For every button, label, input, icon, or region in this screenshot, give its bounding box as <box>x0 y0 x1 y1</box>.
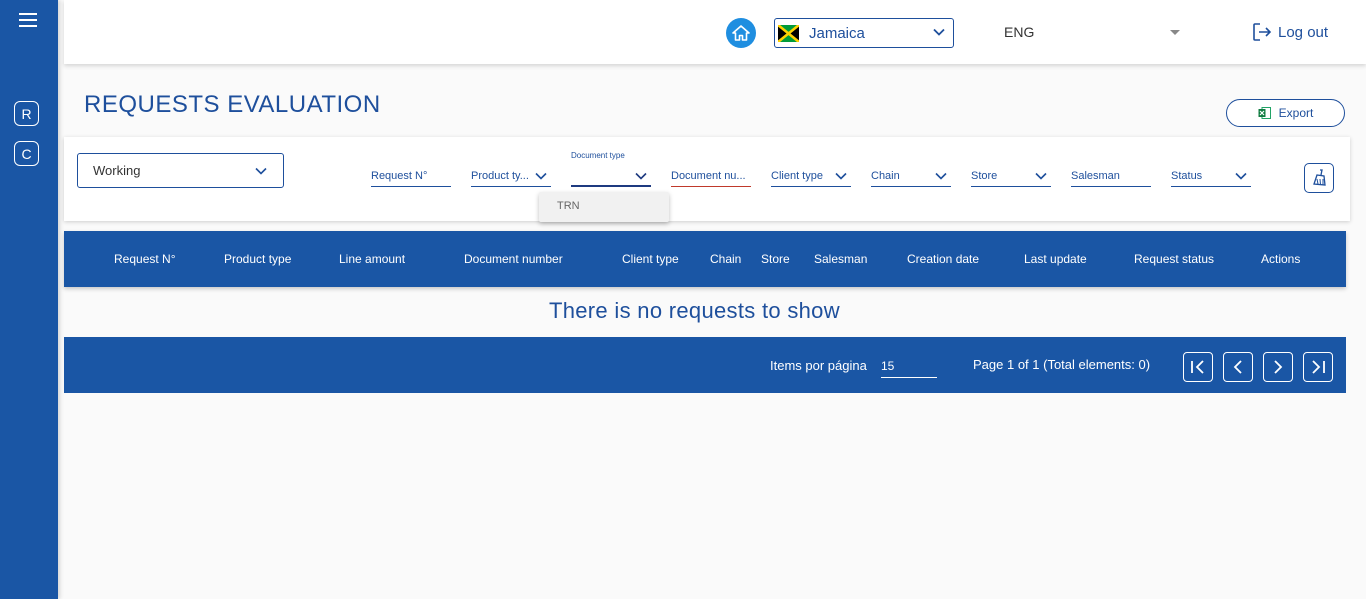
client-type-select[interactable]: Client type <box>771 168 851 187</box>
column-creation-date[interactable]: Creation date <box>907 252 979 266</box>
chevron-down-icon <box>1235 172 1247 180</box>
column-line-amount[interactable]: Line amount <box>339 252 405 266</box>
pagination-bar: Items por página 15 Page 1 of 1 (Total e… <box>64 337 1346 393</box>
clear-filters-button[interactable] <box>1304 163 1334 193</box>
country-select[interactable]: Jamaica <box>774 18 954 48</box>
chevron-down-icon <box>935 172 947 180</box>
status-select[interactable]: Status <box>1171 168 1251 187</box>
filter-panel: Working Request N° Product ty... Documen… <box>64 137 1350 221</box>
top-bar: Jamaica ENG Log out <box>64 0 1366 64</box>
chain-label: Chain <box>871 170 900 182</box>
export-button[interactable]: Export <box>1226 99 1345 127</box>
sidebar: R C <box>0 0 58 599</box>
previous-page-button[interactable] <box>1223 352 1253 382</box>
logout-button[interactable]: Log out <box>1252 22 1328 42</box>
logout-label: Log out <box>1278 23 1329 41</box>
salesman-field[interactable]: Salesman <box>1071 168 1151 187</box>
store-select[interactable]: Store <box>971 168 1051 187</box>
chevron-down-icon <box>835 172 847 180</box>
column-store[interactable]: Store <box>761 252 790 266</box>
jamaica-flag-icon <box>778 24 799 42</box>
chevron-down-icon <box>933 28 945 36</box>
column-salesman[interactable]: Salesman <box>814 252 867 266</box>
export-label: Export <box>1278 106 1314 120</box>
document-number-placeholder: Document nu... <box>671 170 746 182</box>
client-type-label: Client type <box>771 170 823 182</box>
status-label: Status <box>1171 170 1203 182</box>
chain-select[interactable]: Chain <box>871 168 951 187</box>
chevron-down-icon <box>535 172 547 180</box>
caret-down-icon[interactable] <box>1170 30 1180 35</box>
home-icon[interactable] <box>726 18 756 48</box>
items-per-page-label: Items por página <box>770 358 867 373</box>
logout-icon <box>1253 23 1272 41</box>
column-actions: Actions <box>1261 252 1301 266</box>
broom-icon <box>1313 169 1326 186</box>
chevron-down-icon <box>1035 172 1047 180</box>
page-title: REQUESTS EVALUATION <box>84 91 381 118</box>
first-page-button[interactable] <box>1183 352 1213 382</box>
first-page-icon <box>1191 360 1204 374</box>
scope-select-value: Working <box>93 163 141 178</box>
document-number-field[interactable]: Document nu... <box>671 168 751 187</box>
chevron-left-icon <box>1233 360 1242 374</box>
product-type-label: Product ty... <box>471 170 529 182</box>
chevron-down-icon <box>635 172 647 180</box>
column-chain[interactable]: Chain <box>710 252 741 266</box>
shortcut-r-button[interactable]: R <box>14 101 39 126</box>
last-page-icon <box>1312 360 1325 374</box>
shortcut-c-button[interactable]: C <box>14 141 39 166</box>
scope-select[interactable]: Working <box>77 153 284 188</box>
document-type-dropdown: TRN <box>539 192 669 222</box>
hamburger-icon[interactable] <box>19 13 37 27</box>
column-request-number[interactable]: Request N° <box>114 252 176 266</box>
request-number-field[interactable]: Request N° <box>371 168 451 187</box>
column-client-type[interactable]: Client type <box>622 252 679 266</box>
last-page-button[interactable] <box>1303 352 1333 382</box>
next-page-button[interactable] <box>1263 352 1293 382</box>
chevron-down-icon <box>255 167 267 175</box>
salesman-placeholder: Salesman <box>1071 170 1120 182</box>
column-product-type[interactable]: Product type <box>224 252 291 266</box>
table-header: Request N° Product type Line amount Docu… <box>64 231 1346 287</box>
column-last-update[interactable]: Last update <box>1024 252 1087 266</box>
document-type-select[interactable]: Document type <box>571 151 651 187</box>
request-number-placeholder: Request N° <box>371 170 428 182</box>
document-type-label: Document type <box>571 151 625 160</box>
column-document-number[interactable]: Document number <box>464 252 563 266</box>
page-info: Page 1 of 1 (Total elements: 0) <box>973 357 1151 372</box>
dropdown-option-trn[interactable]: TRN <box>557 200 580 212</box>
chevron-right-icon <box>1274 360 1283 374</box>
column-request-status[interactable]: Request status <box>1134 252 1214 266</box>
language-select[interactable]: ENG <box>1004 24 1034 40</box>
excel-icon <box>1258 107 1271 119</box>
product-type-select[interactable]: Product ty... <box>471 168 551 187</box>
country-label: Jamaica <box>809 24 865 42</box>
store-label: Store <box>971 170 998 182</box>
items-per-page-input[interactable]: 15 <box>881 356 937 378</box>
empty-table-message: There is no requests to show <box>549 298 840 323</box>
